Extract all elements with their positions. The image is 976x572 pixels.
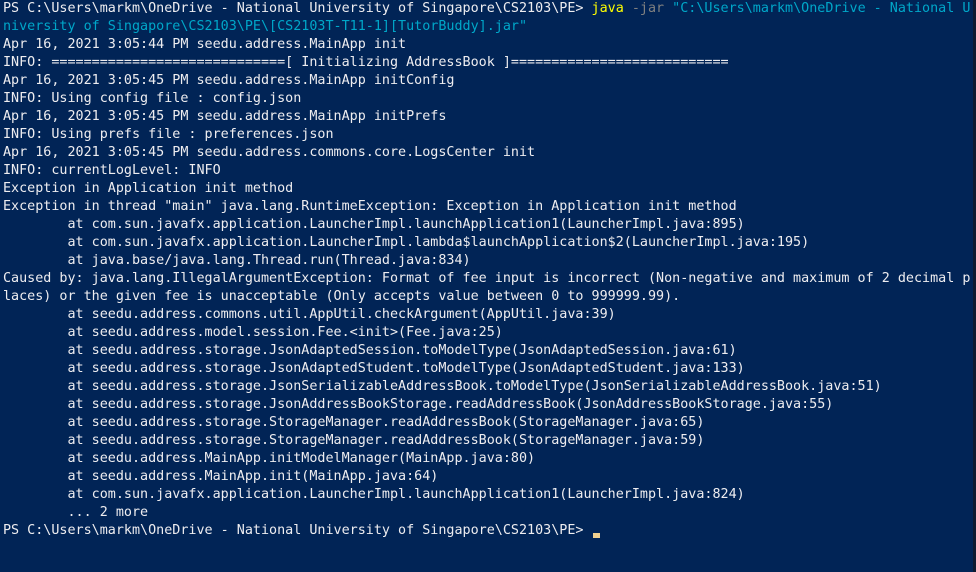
terminal-output: Apr 16, 2021 3:05:44 PM seedu.address.Ma… <box>3 36 976 522</box>
command-arg-part2: niversity of Singapore\CS2103\PE\[CS2103… <box>3 19 528 34</box>
output-line: at seedu.address.MainApp.init(MainApp.ja… <box>3 469 439 484</box>
output-line: Apr 16, 2021 3:05:45 PM seedu.address.Ma… <box>3 73 455 88</box>
output-line: Exception in Application init method <box>3 181 294 196</box>
output-line: Apr 16, 2021 3:05:44 PM seedu.address.Ma… <box>3 37 407 52</box>
output-line: laces) or the given fee is unacceptable … <box>3 289 681 304</box>
output-line: INFO: Using prefs file : preferences.jso… <box>3 127 334 142</box>
output-line: INFO: =============================[ Ini… <box>3 55 729 70</box>
terminal-window[interactable]: PS C:\Users\markm\OneDrive - National Un… <box>0 0 976 572</box>
output-line: Apr 16, 2021 3:05:45 PM seedu.address.Ma… <box>3 109 447 124</box>
output-line: at seedu.address.storage.JsonAddressBook… <box>3 397 834 412</box>
output-line: at seedu.address.storage.JsonAdaptedSess… <box>3 343 737 358</box>
command-arg-part1: "C:\Users\markm\OneDrive - National U <box>672 1 971 16</box>
command-flag: -jar <box>623 1 673 16</box>
output-line: at com.sun.javafx.application.LauncherIm… <box>3 235 810 250</box>
output-line: at seedu.address.storage.JsonSerializabl… <box>3 379 882 394</box>
text-cursor <box>592 533 600 538</box>
output-line: at seedu.address.storage.StorageManager.… <box>3 433 705 448</box>
output-line: INFO: currentLogLevel: INFO <box>3 163 221 178</box>
output-line: at seedu.address.storage.JsonAdaptedStud… <box>3 361 745 376</box>
output-line: at com.sun.javafx.application.LauncherIm… <box>3 217 745 232</box>
output-line: at seedu.address.MainApp.initModelManage… <box>3 451 536 466</box>
output-line: at java.base/java.lang.Thread.run(Thread… <box>3 253 471 268</box>
final-prompt-line[interactable]: PS C:\Users\markm\OneDrive - National Un… <box>3 522 976 540</box>
output-line: Exception in thread "main" java.lang.Run… <box>3 199 737 214</box>
output-line: at seedu.address.commons.util.AppUtil.ch… <box>3 307 616 322</box>
command-exe: java <box>591 1 624 16</box>
final-prompt: PS C:\Users\markm\OneDrive - National Un… <box>3 523 592 538</box>
prompt: PS C:\Users\markm\OneDrive - National Un… <box>3 1 592 16</box>
output-line: at seedu.address.model.session.Fee.<init… <box>3 325 503 340</box>
output-line: INFO: Using config file : config.json <box>3 91 302 106</box>
output-line: ... 2 more <box>3 505 149 520</box>
output-line: at com.sun.javafx.application.LauncherIm… <box>3 487 745 502</box>
output-line: Apr 16, 2021 3:05:45 PM seedu.address.co… <box>3 145 536 160</box>
command-line: PS C:\Users\markm\OneDrive - National Un… <box>3 0 976 18</box>
output-line: at seedu.address.storage.StorageManager.… <box>3 415 705 430</box>
output-line: Caused by: java.lang.IllegalArgumentExce… <box>3 271 971 286</box>
